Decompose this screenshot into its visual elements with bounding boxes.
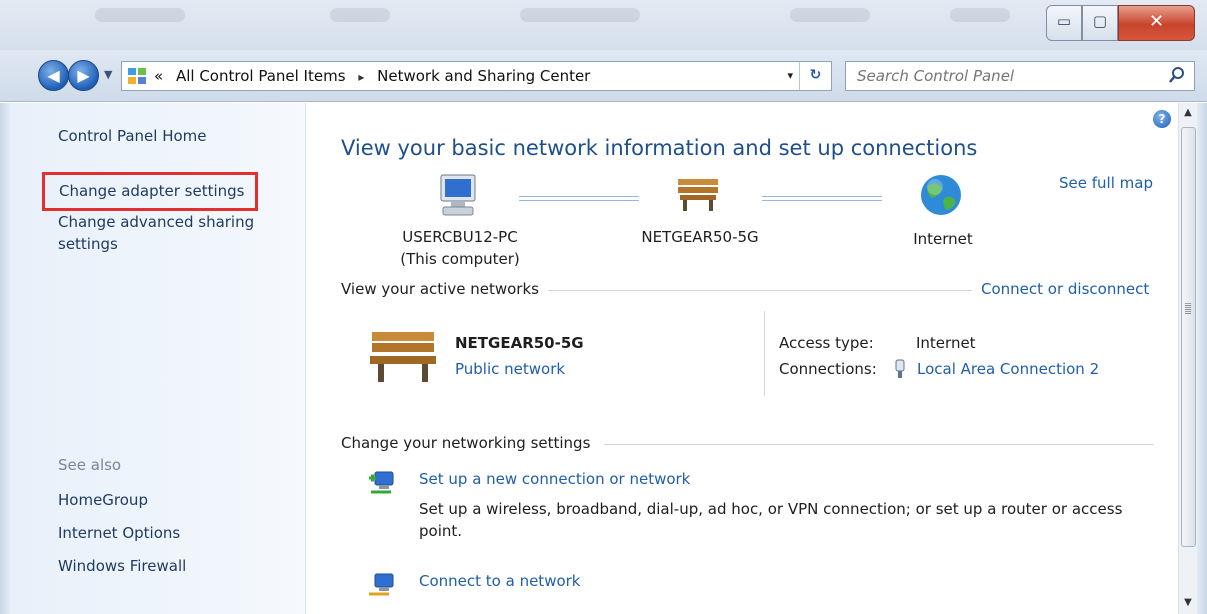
bench-icon [678, 179, 718, 211]
maximize-icon: ▢ [1092, 12, 1108, 30]
vertical-divider [764, 311, 765, 396]
network-bench-icon [370, 332, 436, 382]
scroll-up-arrow-icon[interactable]: ▲ [1179, 107, 1197, 118]
see-full-map-link[interactable]: See full map [1059, 174, 1153, 192]
breadcrumb-separator-icon[interactable]: ▸ [358, 70, 364, 84]
scrollbar-thumb[interactable]: ═ ═ ═ [1181, 127, 1196, 547]
close-icon: ✕ [1148, 11, 1165, 32]
page-heading: View your basic network information and … [341, 136, 978, 160]
computer-icon [440, 174, 476, 216]
section-divider [604, 444, 1154, 445]
back-button[interactable]: ◀ [38, 60, 69, 91]
breadcrumb-overflow[interactable]: « [154, 67, 163, 85]
see-also-label: See also [58, 456, 122, 474]
breadcrumb-network-and-sharing-center[interactable]: Network and Sharing Center [377, 67, 590, 85]
search-icon[interactable] [1168, 66, 1186, 86]
address-bar[interactable]: « All Control Panel Items ▸ Network and … [121, 61, 832, 91]
window-frame-left [0, 103, 10, 614]
blurred-title-text [95, 8, 185, 22]
connection-line [762, 196, 882, 201]
computer-subtitle: (This computer) [400, 250, 520, 268]
minimize-button[interactable]: ▭ [1046, 5, 1082, 41]
section-divider [548, 290, 972, 291]
change-advanced-sharing-link[interactable]: Change advanced sharing settings [58, 211, 254, 255]
ethernet-icon [895, 359, 905, 378]
active-networks-title: View your active networks [341, 280, 539, 298]
breadcrumb: « All Control Panel Items ▸ Network and … [154, 67, 590, 85]
breadcrumb-all-control-panel-items[interactable]: All Control Panel Items [176, 67, 346, 85]
minimize-icon: ▭ [1056, 12, 1072, 30]
vertical-scrollbar[interactable]: ▲ ═ ═ ═ ▼ [1178, 103, 1197, 614]
back-arrow-icon: ◀ [47, 66, 60, 85]
connections-label: Connections: [779, 360, 877, 378]
change-adapter-settings-link[interactable]: Change adapter settings [42, 172, 258, 211]
windows-firewall-link[interactable]: Windows Firewall [58, 555, 186, 577]
setup-new-connection-desc-line1: Set up a wireless, broadband, dial-up, a… [419, 500, 1123, 518]
navigation-bar: ◀ ▶ ▼ « All Control Panel Items ▸ Networ… [0, 50, 1207, 102]
network-type-link[interactable]: Public network [455, 360, 565, 378]
blurred-title-text [950, 8, 1010, 22]
connection-line [519, 196, 639, 201]
setup-new-connection-link[interactable]: Set up a new connection or network [419, 470, 690, 488]
router-name: NETGEAR50-5G [641, 228, 759, 246]
left-task-pane: Control Panel Home Change adapter settin… [10, 103, 306, 614]
computer-name: USERCBU12-PC [402, 228, 518, 246]
setup-new-connection-desc-line2: point. [419, 522, 463, 540]
network-name: NETGEAR50-5G [455, 334, 584, 352]
search-input[interactable] [857, 63, 1157, 89]
access-type-value: Internet [916, 334, 976, 352]
control-panel-icon [128, 68, 146, 84]
change-advanced-sharing-line2: settings [58, 235, 118, 253]
networking-settings-title: Change your networking settings [341, 434, 591, 452]
control-panel-home-link[interactable]: Control Panel Home [58, 125, 207, 147]
forward-arrow-icon: ▶ [77, 66, 90, 85]
connect-network-icon [369, 573, 394, 596]
forward-button[interactable]: ▶ [68, 60, 99, 91]
connect-or-disconnect-link[interactable]: Connect or disconnect [981, 280, 1149, 298]
refresh-button[interactable]: ↻ [799, 62, 831, 90]
window-frame-right [1197, 103, 1207, 614]
globe-icon [921, 175, 961, 215]
access-type-label: Access type: [779, 334, 874, 352]
connect-to-network-link[interactable]: Connect to a network [419, 572, 581, 590]
scrollbar-grip-icon: ═ ═ ═ [1185, 300, 1192, 319]
blurred-title-text [330, 8, 390, 22]
close-button[interactable]: ✕ [1118, 5, 1195, 41]
scroll-down-arrow-icon[interactable]: ▼ [1179, 597, 1197, 608]
homegroup-link[interactable]: HomeGroup [58, 489, 148, 511]
change-advanced-sharing-line1: Change advanced sharing [58, 213, 255, 231]
blurred-title-text [520, 8, 640, 22]
maximize-button[interactable]: ▢ [1082, 5, 1118, 41]
blurred-title-text [790, 8, 870, 22]
address-dropdown-icon[interactable]: ▾ [787, 69, 793, 82]
internet-label: Internet [913, 230, 973, 248]
recent-pages-dropdown[interactable]: ▼ [104, 68, 112, 81]
local-area-connection-link[interactable]: Local Area Connection 2 [917, 360, 1099, 378]
search-box [845, 61, 1195, 91]
help-icon[interactable]: ? [1153, 110, 1171, 128]
new-connection-icon [369, 471, 394, 494]
internet-options-link[interactable]: Internet Options [58, 522, 180, 544]
title-bar: ▭ ▢ ✕ [0, 0, 1207, 50]
computer-label: USERCBU12-PC (This computer) [398, 226, 522, 270]
